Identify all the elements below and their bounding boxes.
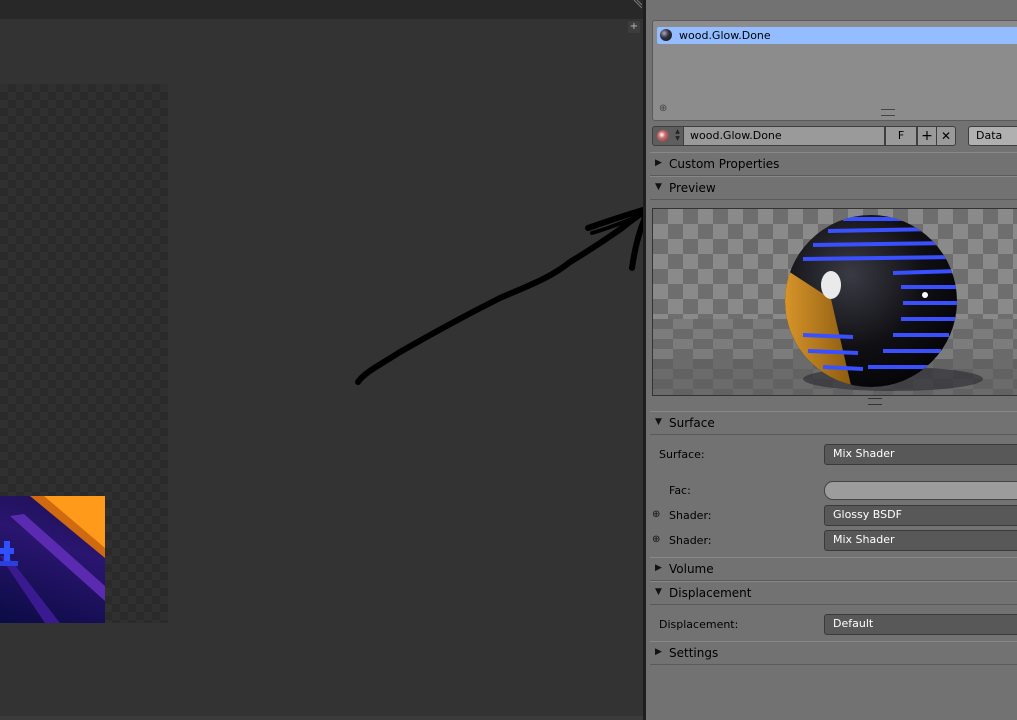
material-name-field[interactable]: wood.Glow.Done	[683, 126, 885, 146]
material-preview-icon	[657, 130, 669, 142]
list-resize-grip-icon[interactable]	[881, 109, 895, 116]
socket-expand-icon[interactable]: ⊕	[652, 535, 661, 545]
panel-preview[interactable]: ▼ Preview	[650, 176, 1017, 200]
displacement-dropdown[interactable]: Default	[824, 614, 1017, 635]
add-slot-icon[interactable]: ⊕	[659, 104, 668, 114]
collapsed-triangle-icon: ▶	[655, 158, 662, 168]
preview-sphere-graphic	[653, 209, 1017, 395]
expanded-triangle-icon: ▼	[655, 182, 662, 192]
shader-1-dropdown[interactable]: Glossy BSDF	[824, 505, 1017, 526]
material-slot-name: wood.Glow.Done	[679, 29, 771, 42]
collapsed-triangle-icon: ▶	[655, 647, 662, 657]
panel-title: Custom Properties	[669, 157, 780, 171]
link-dropdown[interactable]: Data	[968, 126, 1017, 146]
material-datablock-row: ▲▼ wood.Glow.Done F + ✕ Data	[652, 126, 1017, 146]
expanded-triangle-icon: ▼	[655, 587, 662, 597]
panel-displacement[interactable]: ▼ Displacement	[650, 581, 1017, 605]
material-slot-list[interactable]: wood.Glow.Done ⊕	[652, 20, 1017, 121]
material-ball-icon	[660, 29, 672, 41]
panel-title: Surface	[669, 416, 715, 430]
panel-title: Volume	[669, 562, 714, 576]
panel-title: Preview	[669, 181, 716, 195]
shader-1-label: Shader:	[669, 509, 712, 522]
fac-label: Fac:	[669, 484, 691, 497]
panel-volume[interactable]: ▶ Volume	[650, 557, 1017, 581]
browse-material-button[interactable]: ▲▼	[652, 126, 684, 146]
surface-label: Surface:	[659, 448, 705, 461]
panel-title: Displacement	[669, 586, 752, 600]
hand-drawn-arrow-annotation	[355, 206, 643, 385]
list-item[interactable]: wood.Glow.Done	[657, 27, 1017, 44]
shader-2-dropdown[interactable]: Mix Shader	[824, 530, 1017, 551]
panel-settings[interactable]: ▶ Settings	[650, 641, 1017, 665]
fake-user-button[interactable]: F	[885, 126, 917, 146]
image-editor-viewport[interactable]: +	[0, 0, 643, 720]
material-preview-render	[652, 208, 1017, 396]
displacement-label: Displacement:	[659, 618, 739, 631]
collapsed-triangle-icon: ▶	[655, 563, 662, 573]
updown-arrows-icon: ▲▼	[674, 128, 681, 142]
panel-custom-properties[interactable]: ▶ Custom Properties	[650, 152, 1017, 176]
unlink-material-button[interactable]: ✕	[936, 126, 956, 146]
new-material-button[interactable]: +	[917, 126, 937, 146]
surface-shader-dropdown[interactable]: Mix Shader	[824, 444, 1017, 465]
fac-slider[interactable]	[824, 481, 1017, 500]
panel-surface[interactable]: ▼ Surface	[650, 411, 1017, 435]
preview-resize-grip-icon[interactable]	[868, 398, 882, 405]
socket-expand-icon[interactable]: ⊕	[652, 510, 661, 520]
shader-2-label: Shader:	[669, 534, 712, 547]
expanded-triangle-icon: ▼	[655, 417, 662, 427]
properties-editor: wood.Glow.Done ⊕ ▲▼ wood.Glow.Done F + ✕…	[646, 0, 1017, 720]
panel-title: Settings	[669, 646, 719, 660]
